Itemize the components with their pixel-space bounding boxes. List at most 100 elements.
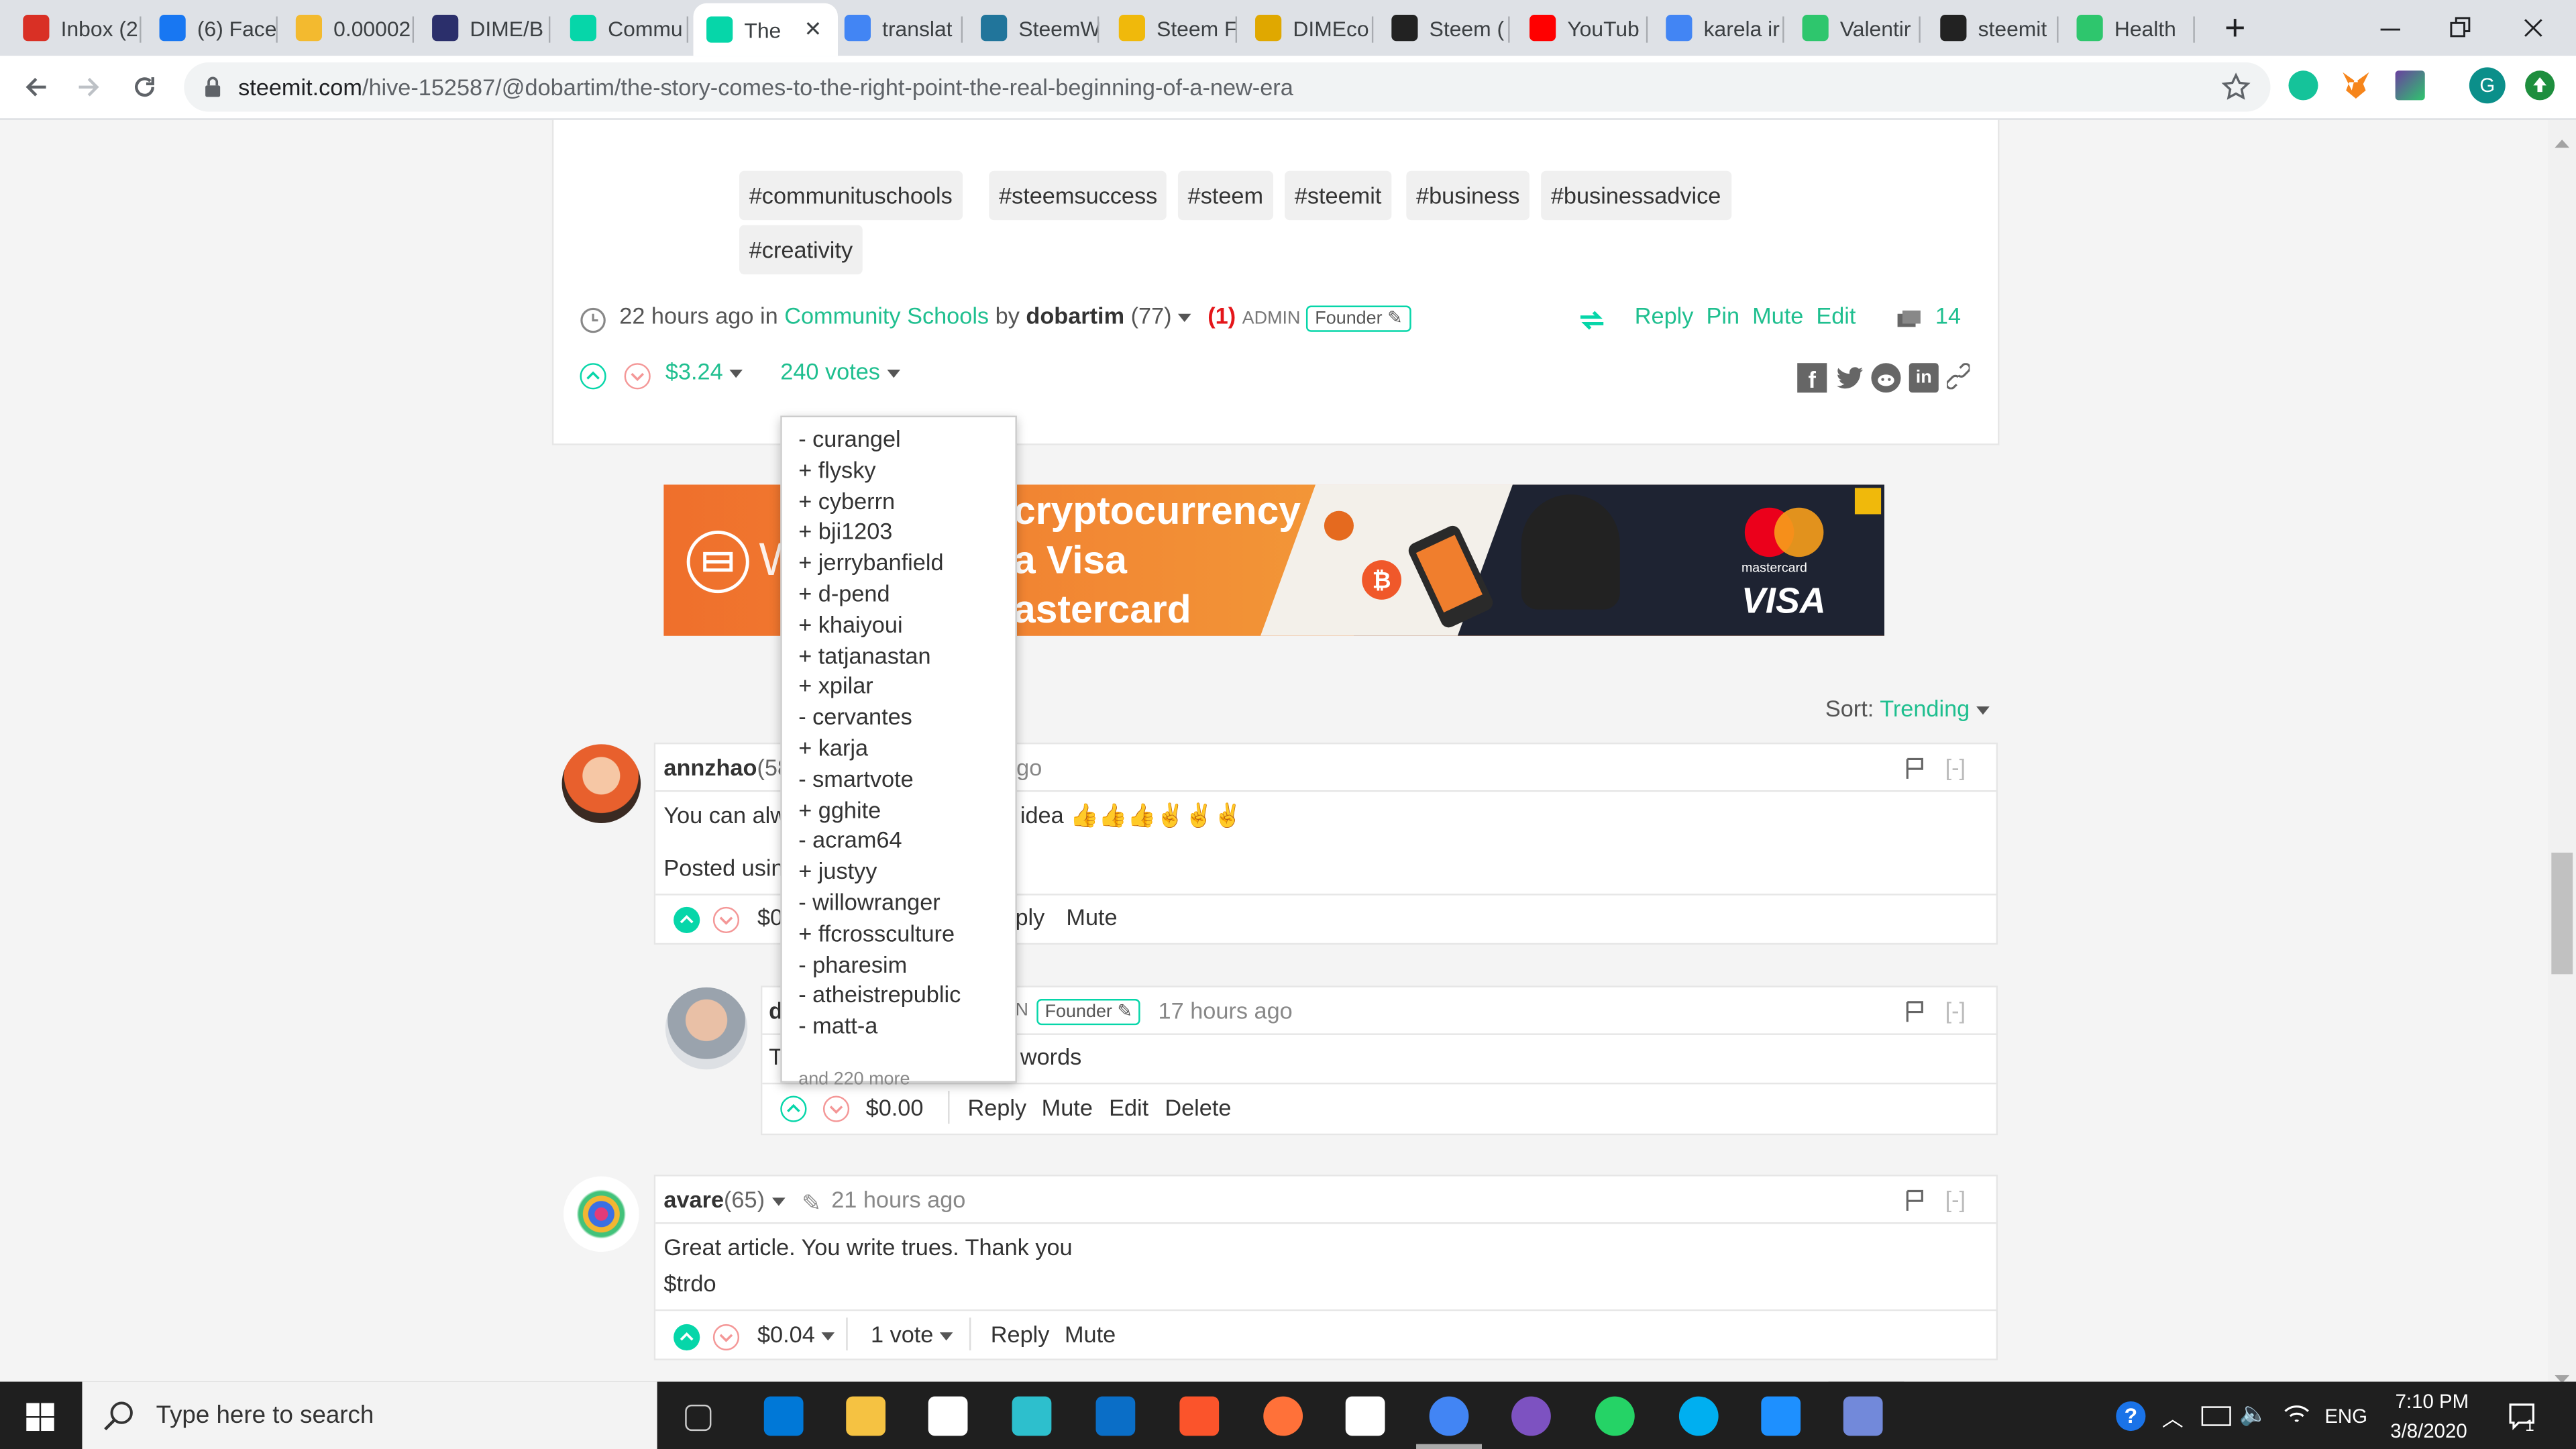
copy-link-icon[interactable] (1945, 362, 1971, 397)
voter-item[interactable]: + khaiyoui (798, 611, 902, 637)
voter-item[interactable]: + xpilar (798, 673, 873, 699)
wifi-icon[interactable] (2284, 1401, 2310, 1433)
avare-votes-caret-icon[interactable] (940, 1332, 953, 1340)
help-icon[interactable]: ? (2116, 1401, 2146, 1432)
post-downvote-icon[interactable] (624, 363, 651, 390)
reply-upvote-icon[interactable] (780, 1095, 807, 1122)
voter-item[interactable]: + jerrybanfield (798, 549, 943, 575)
votes-caret-icon[interactable] (886, 369, 900, 378)
payout-caret-icon[interactable] (729, 369, 743, 378)
voter-item[interactable]: + tatjanastan (798, 642, 930, 668)
back-icon[interactable] (19, 70, 52, 103)
voter-item[interactable]: + ffcrossculture (798, 920, 955, 946)
address-bar[interactable]: steemit.com/hive-152587/@dobartim/the-st… (184, 62, 2271, 112)
reply-time[interactable]: 17 hours ago (1159, 998, 1293, 1024)
reply-edit-link[interactable]: Edit (1109, 1094, 1148, 1120)
update-icon[interactable] (2525, 70, 2555, 101)
file-explorer-icon[interactable] (846, 1396, 886, 1436)
dropbox-icon[interactable] (1345, 1396, 1385, 1436)
bookmark-star-icon[interactable] (2221, 72, 2251, 110)
comment-mute-link[interactable]: Mute (1066, 904, 1117, 930)
lock-icon[interactable] (204, 76, 222, 107)
facebook-share-icon[interactable]: f (1797, 363, 1827, 393)
tray-chevron-icon[interactable]: ︿ (2162, 1401, 2184, 1433)
avare-reply-link[interactable]: Reply (991, 1321, 1050, 1347)
viber-icon[interactable] (1511, 1396, 1551, 1436)
whatsapp-icon[interactable] (1595, 1396, 1635, 1436)
post-pin-link[interactable]: Pin (1706, 303, 1739, 329)
ad-choices-icon[interactable] (1854, 488, 1882, 515)
tag-chip[interactable]: #businessadvice (1541, 170, 1731, 221)
author-link[interactable]: dobartim (1026, 303, 1124, 329)
comment-reply-link[interactable]: ply (1015, 904, 1044, 930)
post-payout[interactable]: $3.24 (665, 358, 743, 384)
profile-avatar-icon[interactable]: G (2469, 67, 2506, 104)
more-voters-label[interactable]: and 220 more (798, 1069, 910, 1089)
browser-tab[interactable]: YouTub (1516, 7, 1648, 50)
voter-item[interactable]: - smartvote (798, 765, 913, 792)
browser-tab[interactable]: 0.00002 (282, 7, 415, 50)
grammarly-icon[interactable] (2288, 70, 2318, 101)
browser-tab[interactable]: SteemW (967, 7, 1099, 50)
store-icon[interactable] (928, 1396, 968, 1436)
commenter-avatar[interactable] (561, 744, 641, 823)
infinity-app-icon[interactable] (1012, 1396, 1052, 1436)
tag-chip[interactable]: #business (1406, 170, 1530, 221)
browser-tab[interactable]: Steem F (1106, 7, 1238, 50)
voter-item[interactable]: + d-pend (798, 580, 890, 606)
discord-icon[interactable] (1843, 1396, 1883, 1436)
minimize-icon[interactable] (2377, 15, 2404, 49)
community-link[interactable]: Community Schools (784, 303, 989, 329)
battery-icon[interactable] (2201, 1406, 2231, 1426)
clock-time[interactable]: 7:10 PM (2396, 1390, 2469, 1413)
avare-payout-value[interactable]: $0.04 (757, 1321, 815, 1347)
network-app-icon[interactable] (1761, 1396, 1801, 1436)
twitter-share-icon[interactable] (1835, 363, 1865, 400)
reply-reply-link[interactable]: Reply (967, 1094, 1026, 1120)
avare-avatar[interactable] (564, 1176, 639, 1252)
voter-item[interactable]: - willowranger (798, 889, 940, 915)
avare-mute-link[interactable]: Mute (1065, 1321, 1116, 1347)
skype-icon[interactable] (1678, 1396, 1719, 1436)
browser-tab[interactable]: karela ir (1653, 7, 1784, 50)
collapse-toggle[interactable]: [-] (1945, 754, 1966, 780)
post-edit-link[interactable]: Edit (1816, 303, 1856, 329)
forward-icon[interactable] (72, 70, 105, 103)
avare-time[interactable]: 21 hours ago (831, 1186, 965, 1212)
reply-flag-icon[interactable] (1906, 1000, 1925, 1032)
post-votes-label[interactable]: 240 votes (780, 358, 880, 384)
voter-item[interactable]: - matt-a (798, 1012, 877, 1038)
tag-chip[interactable]: #creativity (739, 225, 863, 274)
tag-chip[interactable]: #steemit (1285, 170, 1392, 221)
taskbar-search-box[interactable]: Type here to search (82, 1381, 657, 1449)
browser-tab[interactable]: Commu (557, 7, 689, 50)
voter-item[interactable]: + cyberrn (798, 487, 895, 513)
resteem-icon[interactable] (1578, 309, 1605, 340)
voter-item[interactable]: + justyy (798, 858, 877, 884)
post-reply-link[interactable]: Reply (1635, 303, 1694, 329)
tag-chip[interactable]: #steemsuccess (989, 170, 1167, 221)
reddit-share-icon[interactable] (1871, 363, 1901, 393)
scroll-thumb[interactable] (2551, 853, 2573, 975)
new-tab-button[interactable]: + (2224, 7, 2245, 50)
browser-tab[interactable]: translat (831, 7, 963, 50)
browser-tab[interactable]: The ✕ (693, 3, 838, 56)
avare-votes[interactable]: 1 vote (871, 1321, 953, 1347)
post-payout-value[interactable]: $3.24 (665, 358, 723, 384)
volume-icon[interactable]: 🔈 (2239, 1400, 2268, 1428)
avare-upvote-icon[interactable] (674, 1324, 700, 1351)
avare-flag-icon[interactable] (1906, 1189, 1925, 1221)
browser-tab[interactable]: DIME/B (419, 7, 551, 50)
voter-item[interactable]: + bji1203 (798, 518, 892, 544)
voter-item[interactable]: + karja (798, 735, 868, 761)
comment-downvote-icon[interactable] (712, 906, 740, 934)
voter-item[interactable]: - acram64 (798, 827, 902, 853)
post-votes-toggle[interactable]: 240 votes (780, 358, 900, 384)
avare-downvote-icon[interactable] (712, 1324, 740, 1351)
voter-item[interactable]: - atheistrepublic (798, 981, 961, 1008)
extension-icon[interactable] (2395, 70, 2425, 101)
scroll-down-arrow-icon[interactable] (2555, 1364, 2570, 1382)
avare-collapse-toggle[interactable]: [-] (1945, 1186, 1966, 1212)
post-upvote-icon[interactable] (580, 363, 606, 390)
task-view-icon[interactable] (685, 1404, 712, 1432)
